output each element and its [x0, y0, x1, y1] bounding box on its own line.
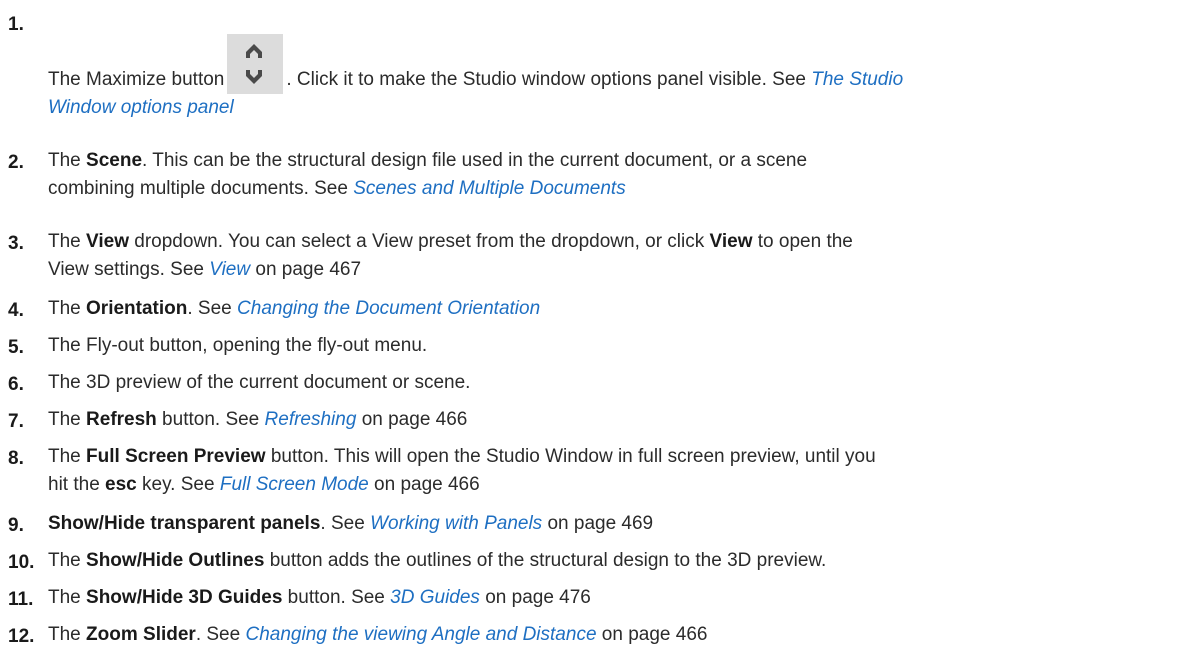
list-item: The Full Screen Preview button. This wil… — [48, 443, 1173, 499]
list-item: The Fly-out button, opening the fly-out … — [48, 335, 428, 356]
maximize-button[interactable] — [227, 34, 284, 94]
item-text: View settings. See — [48, 259, 210, 280]
link-working-with-panels[interactable]: Working with Panels — [370, 513, 542, 534]
item-text: . This can be the structural design file… — [142, 150, 808, 171]
item-number: 8. — [8, 448, 24, 469]
item-number: 5. — [8, 337, 24, 358]
link-orientation[interactable]: Changing the Document Orientation — [237, 298, 540, 319]
term-refresh: Refresh — [86, 409, 157, 430]
page-ref: on page 466 — [596, 624, 708, 645]
item-number: 12. — [8, 626, 35, 647]
term-show-hide-outlines: Show/Hide Outlines — [86, 550, 265, 571]
item-number: 9. — [8, 515, 24, 536]
page-ref: on page 466 — [368, 474, 480, 495]
page-ref: on page 466 — [356, 409, 468, 430]
item-text: The — [48, 231, 87, 252]
link-refreshing[interactable]: Refreshing — [265, 409, 357, 430]
item-text: . See — [195, 624, 246, 645]
link-view[interactable]: View — [209, 259, 250, 280]
list-item: The Refresh button. See Refreshing on pa… — [48, 406, 1173, 434]
page-ref: on page 469 — [542, 513, 654, 534]
item-text: . Click it to make the Studio window opt… — [286, 69, 812, 90]
item-text: hit the — [48, 474, 106, 495]
list-item: The Orientation. See Changing the Docume… — [48, 295, 1173, 323]
item-text: The Maximize button — [48, 69, 225, 90]
list-item: The Scene. This can be the structural de… — [48, 147, 1173, 203]
item-number: 10. — [8, 552, 35, 573]
list-item: The Show/Hide Outlines button adds the o… — [48, 547, 1173, 575]
link-scenes[interactable]: Scenes and Multiple Documents — [353, 178, 625, 199]
item-number: 7. — [8, 411, 24, 432]
item-text: button adds the outlines of the structur… — [264, 550, 827, 571]
item-number: 11. — [8, 589, 34, 610]
item-text: to open the — [752, 231, 853, 252]
item-text: . See — [187, 298, 238, 319]
term-zoom-slider: Zoom Slider — [86, 624, 196, 645]
item-text: combining multiple documents. See — [48, 178, 354, 199]
item-text: dropdown. You can select a View preset f… — [129, 231, 710, 252]
link-viewing-angle[interactable]: Changing the viewing Angle and Distance — [245, 624, 596, 645]
term-view: View — [86, 231, 129, 252]
item-text: The — [48, 446, 87, 467]
item-text: The — [48, 624, 87, 645]
link-3d-guides[interactable]: 3D Guides — [390, 587, 480, 608]
link-full-screen-mode[interactable]: Full Screen Mode — [220, 474, 369, 495]
item-text: The — [48, 150, 87, 171]
list-item: The Show/Hide 3D Guides button. See 3D G… — [48, 584, 1173, 612]
list-item: Show/Hide transparent panels. See Workin… — [48, 510, 1173, 538]
item-number: 4. — [8, 300, 24, 321]
item-text: . See — [320, 513, 371, 534]
item-text: The — [48, 587, 87, 608]
item-text: button. See — [156, 409, 265, 430]
term-view: View — [709, 231, 753, 252]
item-text: The — [48, 550, 87, 571]
list-item: The 3D preview of the current document o… — [48, 372, 471, 393]
term-orientation: Orientation — [86, 298, 188, 319]
item-text: key. See — [136, 474, 220, 495]
maximize-icon — [246, 44, 263, 84]
term-esc: esc — [105, 474, 137, 495]
term-show-hide-3d-guides: Show/Hide 3D Guides — [86, 587, 283, 608]
term-scene: Scene — [86, 150, 143, 171]
item-number: 3. — [8, 233, 24, 254]
page-ref: on page 476 — [479, 587, 591, 608]
list-item: The Maximize button . Click it to make t… — [48, 14, 1168, 122]
item-text: The — [48, 298, 87, 319]
list-item: The Zoom Slider. See Changing the viewin… — [48, 621, 1173, 649]
item-text: button. This will open the Studio Window… — [265, 446, 876, 467]
item-number: 1. — [8, 14, 24, 35]
term-show-hide-panels: Show/Hide transparent panels — [48, 513, 321, 534]
link-studio-window-options[interactable]: The Studio — [811, 69, 903, 90]
item-number: 2. — [8, 152, 24, 173]
term-full-screen-preview: Full Screen Preview — [86, 446, 266, 467]
item-number: 6. — [8, 374, 24, 395]
item-text: The — [48, 409, 87, 430]
link-studio-window-options-cont[interactable]: Window options panel — [48, 97, 234, 118]
page-ref: on page 467 — [250, 259, 362, 280]
list-item: The View dropdown. You can select a View… — [48, 228, 1173, 284]
item-text: button. See — [282, 587, 391, 608]
